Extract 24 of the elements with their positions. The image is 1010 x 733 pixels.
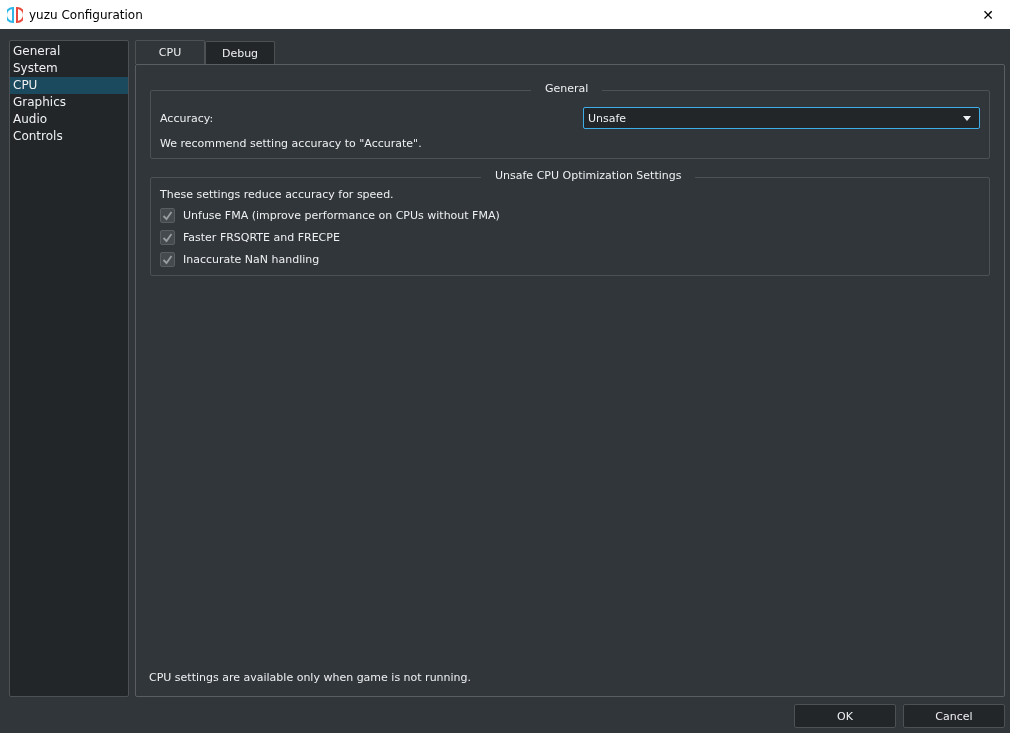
sidebar-item[interactable]: CPU xyxy=(10,77,128,94)
footer-note: CPU settings are available only when game is not running. xyxy=(149,671,473,684)
group-title: General xyxy=(531,82,603,95)
cancel-button[interactable]: Cancel xyxy=(903,704,1005,728)
sidebar-item[interactable]: General xyxy=(10,43,128,60)
dropdown-arrow-icon xyxy=(963,115,971,121)
sidebar-item[interactable]: Graphics xyxy=(10,94,128,111)
checkbox-label: Faster FRSQRTE and FRECPE xyxy=(183,231,340,244)
accuracy-label: Accuracy: xyxy=(160,111,214,125)
sidebar-item[interactable]: Audio xyxy=(10,111,128,128)
app-logo-icon xyxy=(7,6,23,23)
tab[interactable]: CPU xyxy=(135,40,205,64)
window-title: yuzu Configuration xyxy=(29,7,144,22)
checkbox-label: Unfuse FMA (improve performance on CPUs without FMA) xyxy=(183,209,500,222)
accuracy-dropdown[interactable]: Unsafe xyxy=(583,107,980,129)
recommendation-note: We recommend setting accuracy to "Accurate". xyxy=(160,137,423,150)
group-title: Unsafe CPU Optimization Settings xyxy=(481,169,696,182)
sidebar-item[interactable]: Controls xyxy=(10,128,128,145)
sidebar-item[interactable]: System xyxy=(10,60,128,77)
checkbox-label: Inaccurate NaN handling xyxy=(183,253,320,266)
tab[interactable]: Debug xyxy=(205,41,275,64)
group-description: These settings reduce accuracy for speed. xyxy=(160,188,395,201)
ok-button[interactable]: OK xyxy=(794,704,896,728)
close-button[interactable]: ✕ xyxy=(966,0,1010,29)
